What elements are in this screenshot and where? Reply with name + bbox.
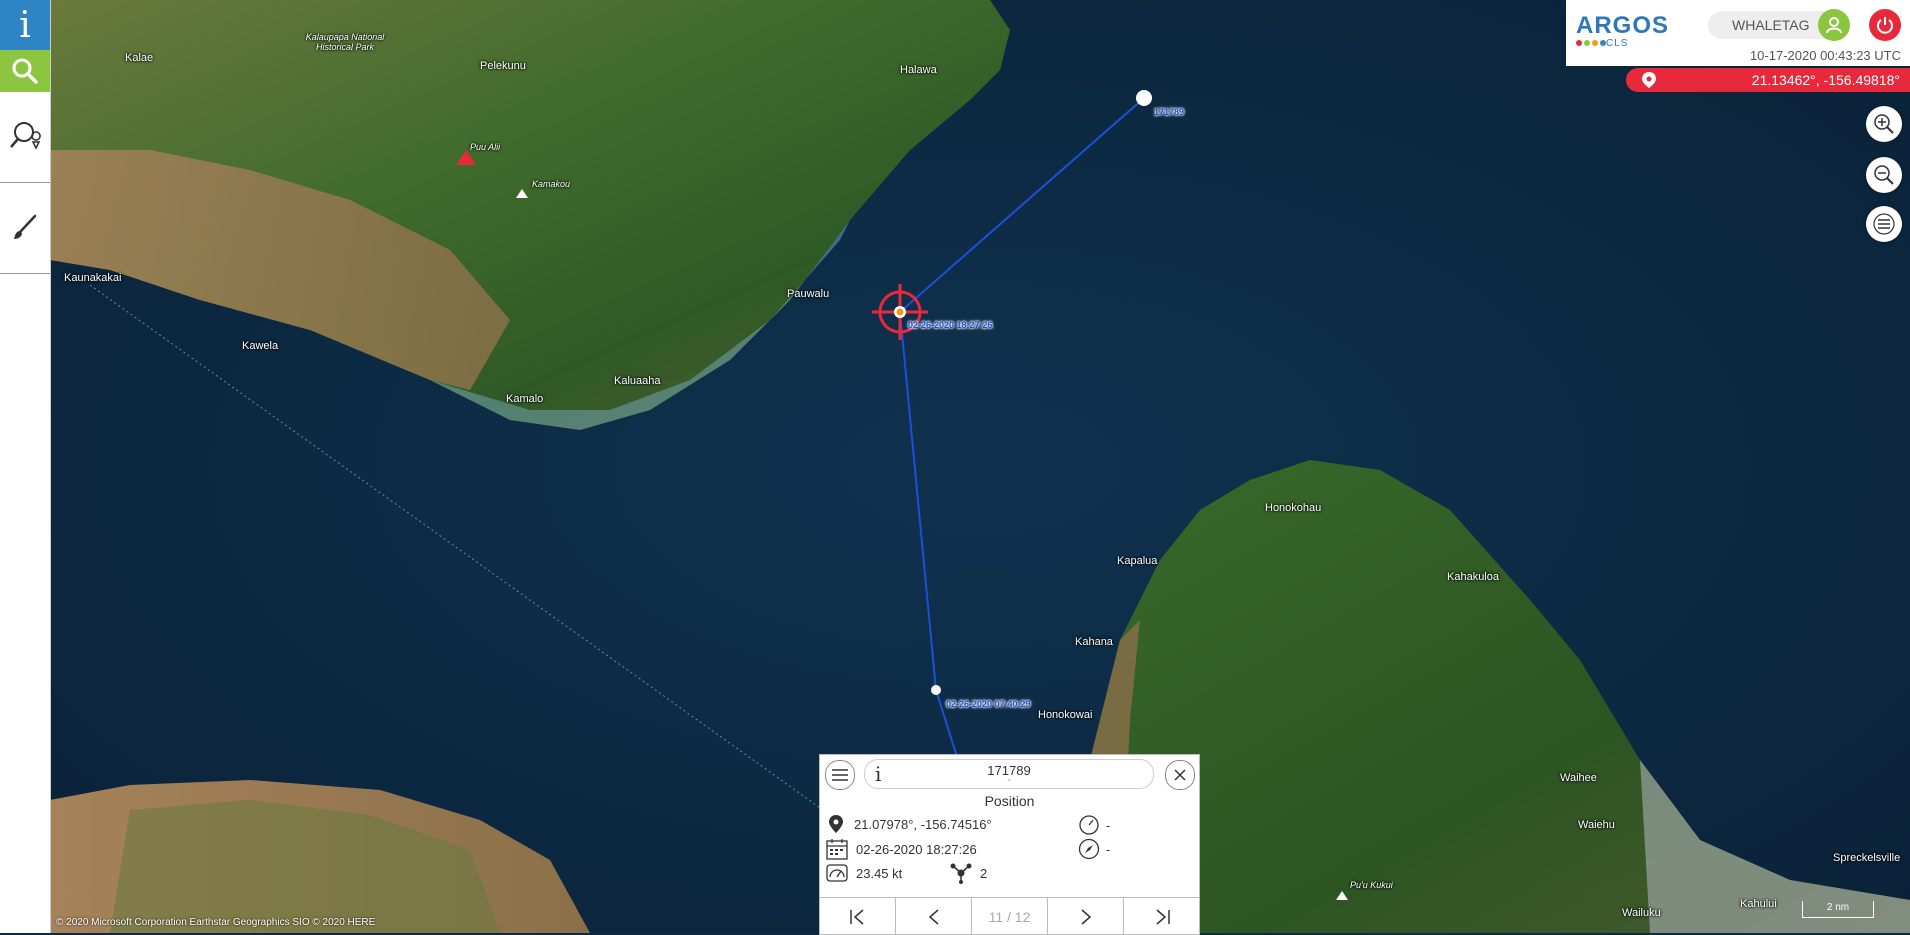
place-label: Waihee [1560, 772, 1597, 784]
map-attribution: © 2020 Microsoft Corporation Earthstar G… [56, 917, 376, 928]
search-button[interactable] [0, 50, 50, 92]
position-coords: 21.07978°, -156.74516° [854, 816, 992, 832]
header: ARGOS CLS WHALETAG 10-17-2020 00:43:23 U… [1566, 0, 1910, 66]
next-page-button[interactable] [1048, 898, 1124, 935]
track-start-point [1136, 90, 1152, 106]
track-label-id: 171789 [1154, 107, 1185, 117]
search-icon [12, 58, 38, 84]
logo-subtext: CLS [1606, 38, 1629, 49]
place-label: Pauwalu [787, 288, 830, 300]
map-scale: 2 nm [1802, 901, 1874, 918]
satellites-row: 2 [950, 862, 987, 884]
place-label: Kawela [242, 340, 279, 352]
position-speed: 23.45 kt [856, 865, 903, 881]
brush-icon [14, 214, 37, 239]
prev-page-button[interactable] [896, 898, 972, 935]
place-label: Kaluaaha [614, 375, 661, 387]
logout-button[interactable] [1869, 9, 1901, 41]
place-label: Honokowai [1038, 709, 1093, 721]
place-label: Halawa [900, 64, 937, 76]
popup-pagination: 11 / 12 [820, 897, 1199, 935]
power-icon [1877, 17, 1893, 34]
track-label-previous: 02-26-2020 07:40:29 [946, 699, 1031, 709]
user-icon [1826, 17, 1842, 34]
place-label: Wailuku [1622, 907, 1661, 919]
track-label-selected: 02-26-2020 18:27:26 [908, 320, 993, 330]
satellite-icon [950, 863, 972, 884]
location-pin-icon [1642, 72, 1656, 88]
cursor-coordinates-bar: 21.13462°, -156.49818° [1626, 68, 1910, 92]
zoom-out-icon [1874, 165, 1894, 185]
position-date: 02-26-2020 18:27:26 [856, 841, 977, 857]
satellite-count: 2 [980, 865, 988, 881]
location-pin-icon [829, 815, 843, 833]
popup-header: i 171789 - [820, 755, 1199, 791]
close-icon [1174, 769, 1186, 781]
skip-last-icon [1156, 908, 1170, 925]
zoom-in-icon [1874, 114, 1894, 134]
place-label: Kalaupapa National Historical Park [305, 32, 385, 52]
logo-text: ARGOS [1576, 12, 1670, 39]
draw-button[interactable] [0, 183, 50, 274]
left-toolbar: i [0, 0, 51, 933]
place-label: Kalae [125, 52, 154, 64]
layers-menu-button[interactable] [1866, 206, 1902, 242]
cursor-coordinates: 21.13462°, -156.49818° [1751, 72, 1900, 88]
place-label: Puu Alii [470, 142, 501, 152]
speed-row: 23.45 kt [826, 862, 902, 884]
user-account-button[interactable] [1818, 9, 1850, 41]
place-label: Waiehu [1578, 819, 1615, 831]
speedometer-icon [826, 864, 848, 882]
username: WHALETAG [1732, 17, 1810, 33]
heading-row: - [1078, 838, 1110, 860]
heading-value: - [1106, 841, 1111, 857]
platform-subtitle: - [1007, 775, 1011, 786]
place-label: Kahana [1075, 636, 1113, 648]
place-label: Kahului [1740, 898, 1777, 910]
place-label: Kapalua [1117, 555, 1158, 567]
place-label: Spreckelsville [1833, 852, 1901, 864]
gauge-value: - [1106, 817, 1111, 833]
chevron-right-icon [1081, 908, 1091, 925]
place-label: Kamalo [506, 393, 544, 405]
popup-close-button[interactable] [1165, 760, 1195, 790]
place-label: Pu'u Kukui [1350, 880, 1393, 890]
place-label: Kahakuloa [1447, 571, 1499, 583]
popup-menu-button[interactable] [825, 760, 855, 790]
argos-logo: ARGOS CLS [1576, 14, 1669, 49]
logo-dots [1576, 40, 1606, 46]
place-label: Kamakou [532, 179, 571, 189]
place-label: Honokohau [1265, 502, 1322, 514]
gauge-row: - [1078, 815, 1110, 835]
search-area-button[interactable] [0, 92, 50, 183]
zoom-in-button[interactable] [1866, 106, 1902, 142]
first-page-button[interactable] [820, 898, 896, 935]
info-icon: i [19, 4, 31, 46]
chevron-left-icon [928, 908, 938, 925]
popup-section-title: Position [984, 793, 1035, 809]
page-indicator: 11 / 12 [972, 898, 1048, 935]
skip-first-icon [849, 908, 863, 925]
coords-row: 21.07978°, -156.74516° [828, 815, 992, 833]
date-row: 02-26-2020 18:27:26 [826, 838, 977, 860]
menu-icon [1873, 213, 1895, 235]
compass-icon [1078, 838, 1100, 860]
calendar-icon [826, 839, 848, 860]
place-label: Kaunakakai [64, 272, 122, 284]
search-area-icon [10, 122, 41, 150]
menu-icon [832, 769, 848, 781]
current-datetime: 10-17-2020 00:43:23 UTC [1749, 48, 1901, 63]
popup-title[interactable]: i 171789 - [864, 759, 1154, 789]
last-page-button[interactable] [1124, 898, 1199, 935]
position-popup: i 171789 - Position 21.07978°, -156.7451… [819, 754, 1200, 935]
zoom-out-button[interactable] [1866, 157, 1902, 193]
info-button[interactable]: i [0, 0, 50, 50]
gauge-icon [1079, 815, 1099, 835]
track-point [931, 685, 941, 695]
place-label: Pelekunu [480, 60, 526, 72]
